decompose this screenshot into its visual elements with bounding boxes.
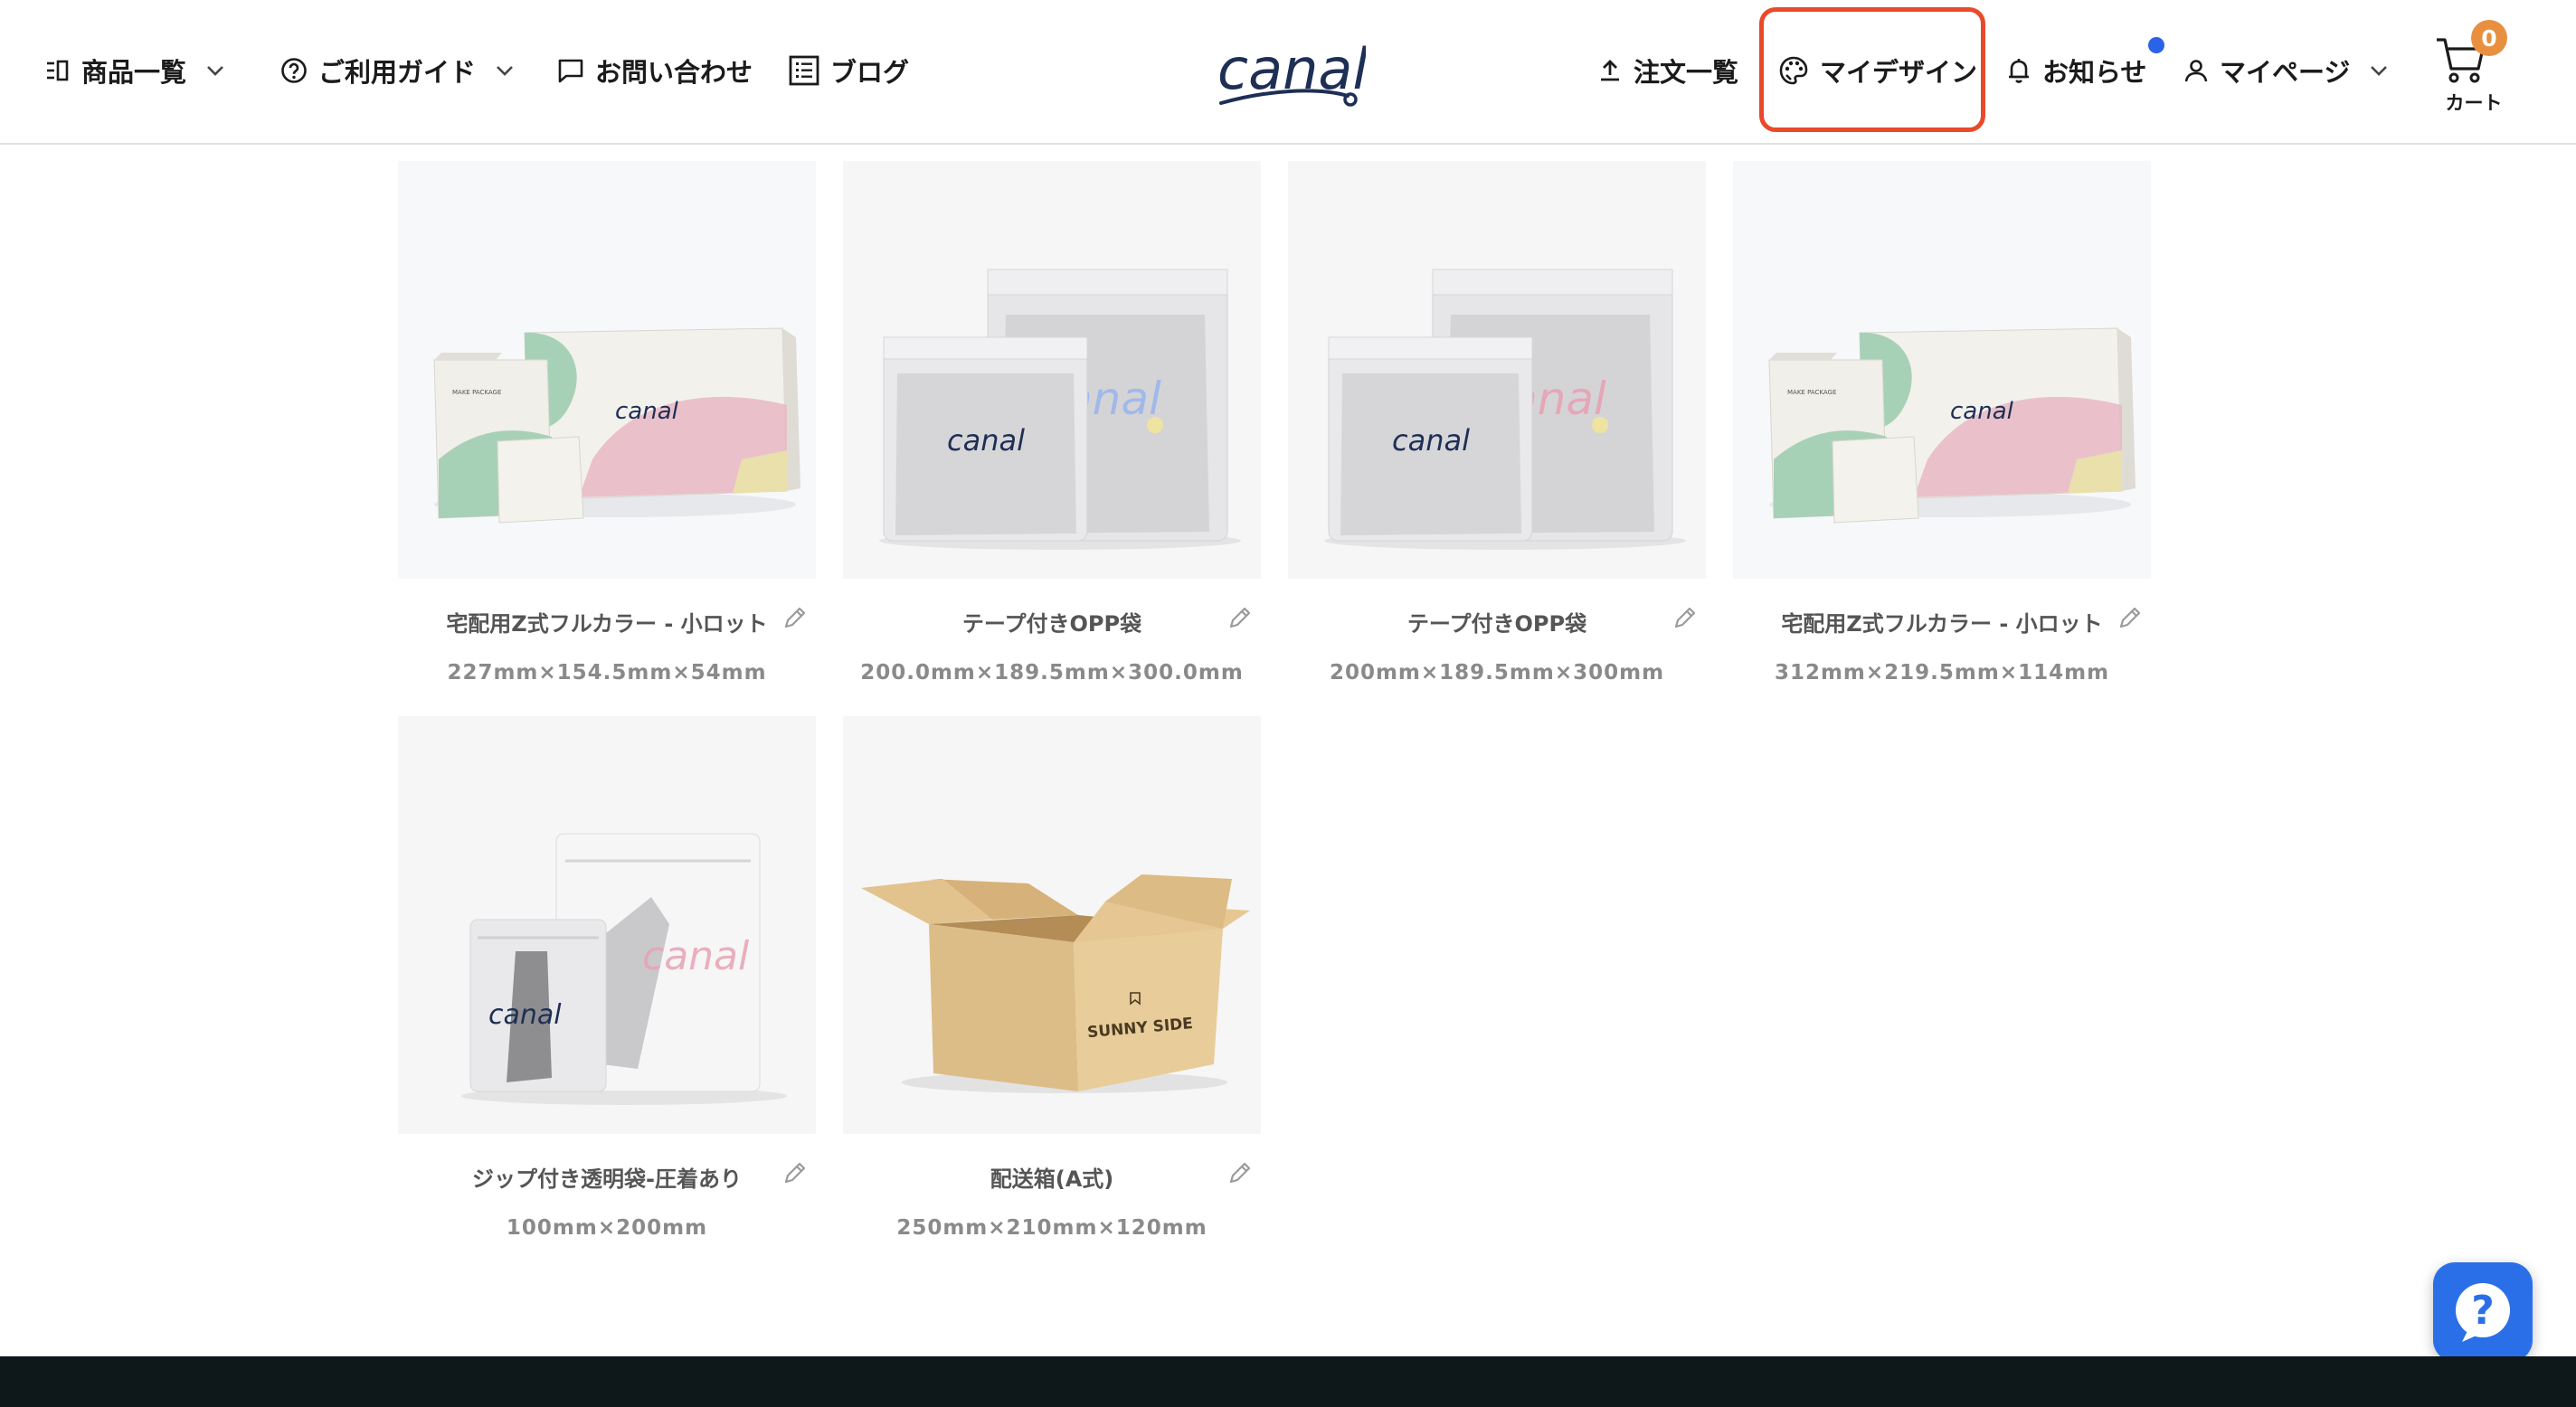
upload-arrow-icon: [1601, 60, 1619, 81]
svg-text:MAKE PACKAGE: MAKE PACKAGE: [452, 389, 501, 396]
product-name[interactable]: 宅配用Z式フルカラー - 小ロット: [398, 606, 816, 637]
product-dimensions: 250mm×210mm×120mm: [896, 1216, 1208, 1240]
pencil-edit-icon[interactable]: [781, 604, 809, 631]
pencil-edit-icon[interactable]: [781, 1159, 809, 1186]
svg-text:canal: canal: [1392, 423, 1470, 458]
nav-notifications[interactable]: お知らせ: [2006, 43, 2146, 98]
product-name[interactable]: 配送箱(A式): [843, 1161, 1261, 1193]
pencil-edit-icon[interactable]: [1226, 1159, 1254, 1186]
canal-logo[interactable]: canal: [1212, 25, 1368, 112]
product-image-opp-bag[interactable]: anal canal: [1288, 161, 1706, 579]
nav-notifications-label: お知らせ: [2042, 57, 2147, 88]
product-image-cardboard-box[interactable]: SUNNY SIDE: [843, 716, 1261, 1134]
user-icon: [2184, 60, 2208, 82]
svg-text:canal: canal: [1950, 398, 2014, 425]
nav-guide-label: ご利用ガイド: [318, 57, 477, 88]
pencil-edit-icon[interactable]: [2117, 604, 2144, 631]
product-name[interactable]: 宅配用Z式フルカラー - 小ロット: [1733, 606, 2151, 637]
nav-products[interactable]: 商品一覧: [45, 43, 224, 98]
svg-text:canal: canal: [488, 999, 562, 1031]
cart-label: カート: [2445, 92, 2503, 114]
chat-bubble-icon: [558, 59, 583, 83]
nav-orders-label: 注文一覧: [1634, 57, 1739, 88]
site-footer: [0, 1356, 2576, 1407]
product-dimensions: 100mm×200mm: [506, 1216, 708, 1240]
svg-text:canal: canal: [642, 933, 750, 979]
svg-text:canal: canal: [615, 398, 679, 425]
product-image-zip-bag[interactable]: canal canal: [398, 716, 816, 1134]
chevron-down-icon: [2371, 66, 2388, 76]
svg-text:MAKE PACKAGE: MAKE PACKAGE: [1787, 389, 1836, 396]
product-image-mailer-box[interactable]: canal MAKE PACKAGE: [398, 161, 816, 579]
bell-icon: [2009, 59, 2029, 83]
product-name[interactable]: テープ付きOPP袋: [1288, 606, 1706, 637]
nav-my-design-label: マイデザイン: [1820, 57, 1978, 88]
nav-contact-label: お問い合わせ: [595, 57, 753, 88]
svg-text:?: ?: [2471, 1288, 2495, 1334]
nav-blog-label: ブログ: [830, 57, 910, 88]
product-name[interactable]: ジップ付き透明袋-圧着あり: [398, 1161, 816, 1193]
nav-blog[interactable]: ブログ: [789, 43, 909, 98]
nav-guide[interactable]: ご利用ガイド: [280, 43, 514, 98]
question-icon: ?: [2456, 1283, 2510, 1342]
product-image-opp-bag[interactable]: anal canal: [843, 161, 1261, 579]
chevron-down-icon: [207, 66, 223, 76]
blog-list-icon: [789, 55, 819, 86]
menu-list-icon: [47, 60, 69, 81]
nav-products-label: 商品一覧: [81, 57, 187, 88]
notification-dot: [2148, 37, 2164, 53]
nav-orders[interactable]: 注文一覧: [1597, 43, 1738, 98]
cart-count-badge: 0: [2471, 20, 2507, 56]
chevron-down-icon: [497, 66, 513, 76]
palette-icon: [1779, 56, 1808, 85]
product-dimensions: 200.0mm×189.5mm×300.0mm: [860, 661, 1244, 685]
help-chat-button[interactable]: ?: [2433, 1262, 2533, 1362]
question-circle-icon: [281, 58, 307, 83]
product-name[interactable]: テープ付きOPP袋: [843, 606, 1261, 637]
nav-my-page[interactable]: マイページ: [2183, 43, 2388, 98]
nav-contact[interactable]: お問い合わせ: [557, 43, 753, 98]
product-dimensions: 200mm×189.5mm×300mm: [1329, 661, 1665, 685]
product-image-mailer-box[interactable]: canal MAKE PACKAGE: [1733, 161, 2151, 579]
pencil-edit-icon[interactable]: [1672, 604, 1699, 631]
pencil-edit-icon[interactable]: [1226, 604, 1254, 631]
nav-my-page-label: マイページ: [2220, 57, 2351, 88]
nav-my-design[interactable]: マイデザイン: [1778, 43, 1977, 98]
product-dimensions: 227mm×154.5mm×54mm: [447, 661, 767, 685]
site-header: 商品一覧 ご利用ガイド お問い合わせ ブログ canal 注文一覧 マイデザイン…: [0, 0, 2576, 145]
svg-text:canal: canal: [947, 423, 1025, 458]
product-dimensions: 312mm×219.5mm×114mm: [1774, 661, 2110, 685]
